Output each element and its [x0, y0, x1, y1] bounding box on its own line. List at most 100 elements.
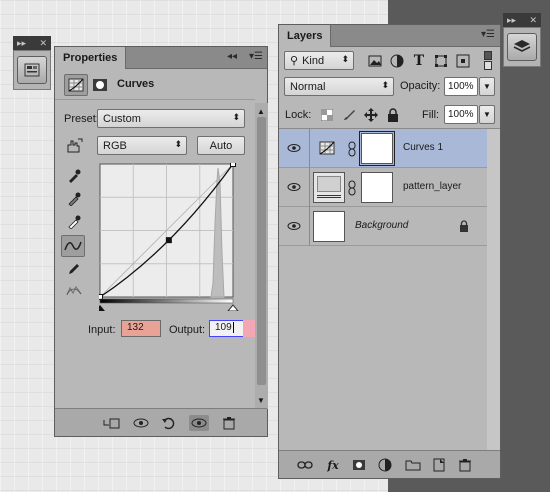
- eye-icon[interactable]: [287, 220, 301, 232]
- target-adjust-tool[interactable]: [62, 135, 86, 157]
- blend-mode-select[interactable]: Normal ⬍: [284, 77, 394, 96]
- gray-point-eyedropper[interactable]: [62, 188, 86, 210]
- reset-button[interactable]: [159, 415, 179, 431]
- lock-transparency-button[interactable]: [315, 104, 339, 126]
- layer-row-curves[interactable]: Curves 1: [279, 129, 487, 168]
- layer-thumbnail[interactable]: [313, 211, 345, 242]
- scroll-down-icon[interactable]: ▼: [257, 396, 265, 405]
- divider: [55, 99, 255, 100]
- layer-name[interactable]: Curves 1: [403, 142, 443, 153]
- black-slider-handle[interactable]: [99, 305, 105, 311]
- filter-shape-button[interactable]: [429, 50, 453, 72]
- smooth-tool[interactable]: [62, 280, 86, 302]
- curve-control-point[interactable]: [165, 237, 172, 244]
- left-dock-header[interactable]: ▸▸ ✕: [13, 36, 51, 50]
- auto-button[interactable]: Auto: [197, 136, 245, 155]
- scroll-up-icon[interactable]: ▲: [257, 107, 265, 116]
- clip-to-layer-button[interactable]: [101, 415, 121, 431]
- filter-smart-object-button[interactable]: [451, 50, 475, 72]
- half-circle-icon: [378, 458, 392, 472]
- fill-dropdown[interactable]: ▼: [479, 105, 495, 124]
- layer-mask-thumbnail[interactable]: [359, 131, 395, 166]
- black-point-eyedropper[interactable]: [62, 165, 86, 187]
- properties-scrollbar[interactable]: ▲ ▼: [255, 103, 268, 409]
- menu-icon[interactable]: ▾☰: [249, 51, 263, 62]
- collapse-icon[interactable]: ◂◂: [227, 51, 237, 62]
- new-layer-icon: [433, 458, 445, 472]
- layer-thumbnail[interactable]: [313, 172, 345, 203]
- pencil-tool[interactable]: [62, 258, 86, 280]
- close-icon[interactable]: ✕: [529, 15, 537, 26]
- add-mask-button[interactable]: [349, 457, 369, 473]
- scroll-thumb[interactable]: [257, 117, 266, 385]
- lock-pixels-button[interactable]: [337, 104, 361, 126]
- kind-value: Kind: [302, 54, 325, 67]
- delete-adjustment-button[interactable]: [219, 415, 239, 431]
- layer-name[interactable]: pattern_layer: [403, 181, 461, 192]
- channel-select[interactable]: RGB ⬍: [97, 136, 187, 155]
- brush-icon: [344, 110, 355, 120]
- adjustment-title: Curves: [117, 78, 155, 90]
- half-circle-icon: [390, 54, 404, 68]
- collapse-icon[interactable]: ▸▸: [507, 15, 516, 26]
- layers-tab[interactable]: Layers: [279, 25, 332, 47]
- output-field[interactable]: 109: [209, 320, 245, 337]
- new-layer-button[interactable]: [429, 457, 449, 473]
- curve-control-point[interactable]: [230, 163, 236, 167]
- fill-input[interactable]: 100%: [444, 105, 478, 124]
- opacity-dropdown[interactable]: ▼: [479, 77, 495, 96]
- layer-name[interactable]: Background: [355, 220, 408, 231]
- layer-mask-thumbnail[interactable]: [361, 172, 393, 203]
- reset-icon: [162, 417, 175, 430]
- trash-icon: [223, 417, 235, 430]
- toggle-visibility-button[interactable]: [189, 415, 209, 431]
- filter-toggle[interactable]: [482, 50, 494, 72]
- input-field[interactable]: 132: [121, 320, 161, 337]
- right-dock-header[interactable]: ▸▸ ✕: [503, 13, 541, 27]
- filter-pixel-button[interactable]: [363, 50, 387, 72]
- preset-select[interactable]: Custom ⬍: [97, 109, 245, 128]
- fx-icon[interactable]: fx: [323, 457, 343, 473]
- curves-graph[interactable]: [99, 163, 241, 311]
- layer-row-pattern[interactable]: pattern_layer: [279, 168, 487, 207]
- filter-adjustment-button[interactable]: [385, 50, 409, 72]
- opacity-input[interactable]: 100%: [444, 77, 478, 96]
- lock-position-button[interactable]: [359, 104, 383, 126]
- eye-icon[interactable]: [287, 181, 301, 193]
- properties-tab[interactable]: Properties: [55, 47, 127, 69]
- properties-dock-button[interactable]: [17, 56, 47, 84]
- type-icon[interactable]: T: [407, 50, 431, 72]
- mask-button[interactable]: [88, 74, 112, 96]
- pencil-icon: [69, 264, 79, 274]
- link-icon[interactable]: [347, 180, 357, 196]
- chevron-updown-icon: ⬍: [174, 139, 182, 149]
- layers-scrollbar[interactable]: [487, 129, 500, 450]
- link-icon[interactable]: [347, 141, 357, 157]
- layer-row-background[interactable]: Background: [279, 207, 487, 246]
- eye-icon: [191, 418, 207, 428]
- layers-panel: Layers ▾☰ ⚲ Kind ⬍ T Normal ⬍ Opacity: 1…: [278, 24, 501, 479]
- output-value: 109: [215, 322, 232, 333]
- properties-tabbar: Properties ◂◂ ▾☰: [55, 47, 267, 69]
- lock-icon: [460, 220, 468, 232]
- white-point-eyedropper[interactable]: [62, 211, 86, 233]
- menu-icon[interactable]: ▾☰: [481, 29, 495, 40]
- link-layers-button[interactable]: [295, 457, 315, 473]
- curves-adjustment-button[interactable]: [64, 74, 88, 96]
- new-group-button[interactable]: [403, 457, 423, 473]
- lock-all-button[interactable]: [381, 104, 405, 126]
- trash-icon: [459, 459, 471, 472]
- properties-bottom-bar: [55, 408, 267, 436]
- layers-dock-button[interactable]: [507, 33, 537, 61]
- edit-points-tool[interactable]: [61, 235, 85, 257]
- delete-layer-button[interactable]: [455, 457, 475, 473]
- eye-icon[interactable]: [287, 142, 301, 154]
- view-previous-button[interactable]: [131, 415, 151, 431]
- new-adjustment-button[interactable]: [375, 457, 395, 473]
- auto-label: Auto: [209, 139, 233, 152]
- close-icon[interactable]: ✕: [39, 38, 47, 49]
- filter-kind-select[interactable]: ⚲ Kind ⬍: [284, 51, 354, 70]
- white-slider-handle[interactable]: [227, 304, 239, 311]
- collapse-icon[interactable]: ▸▸: [17, 38, 26, 49]
- input-gradient-bar: [99, 298, 234, 304]
